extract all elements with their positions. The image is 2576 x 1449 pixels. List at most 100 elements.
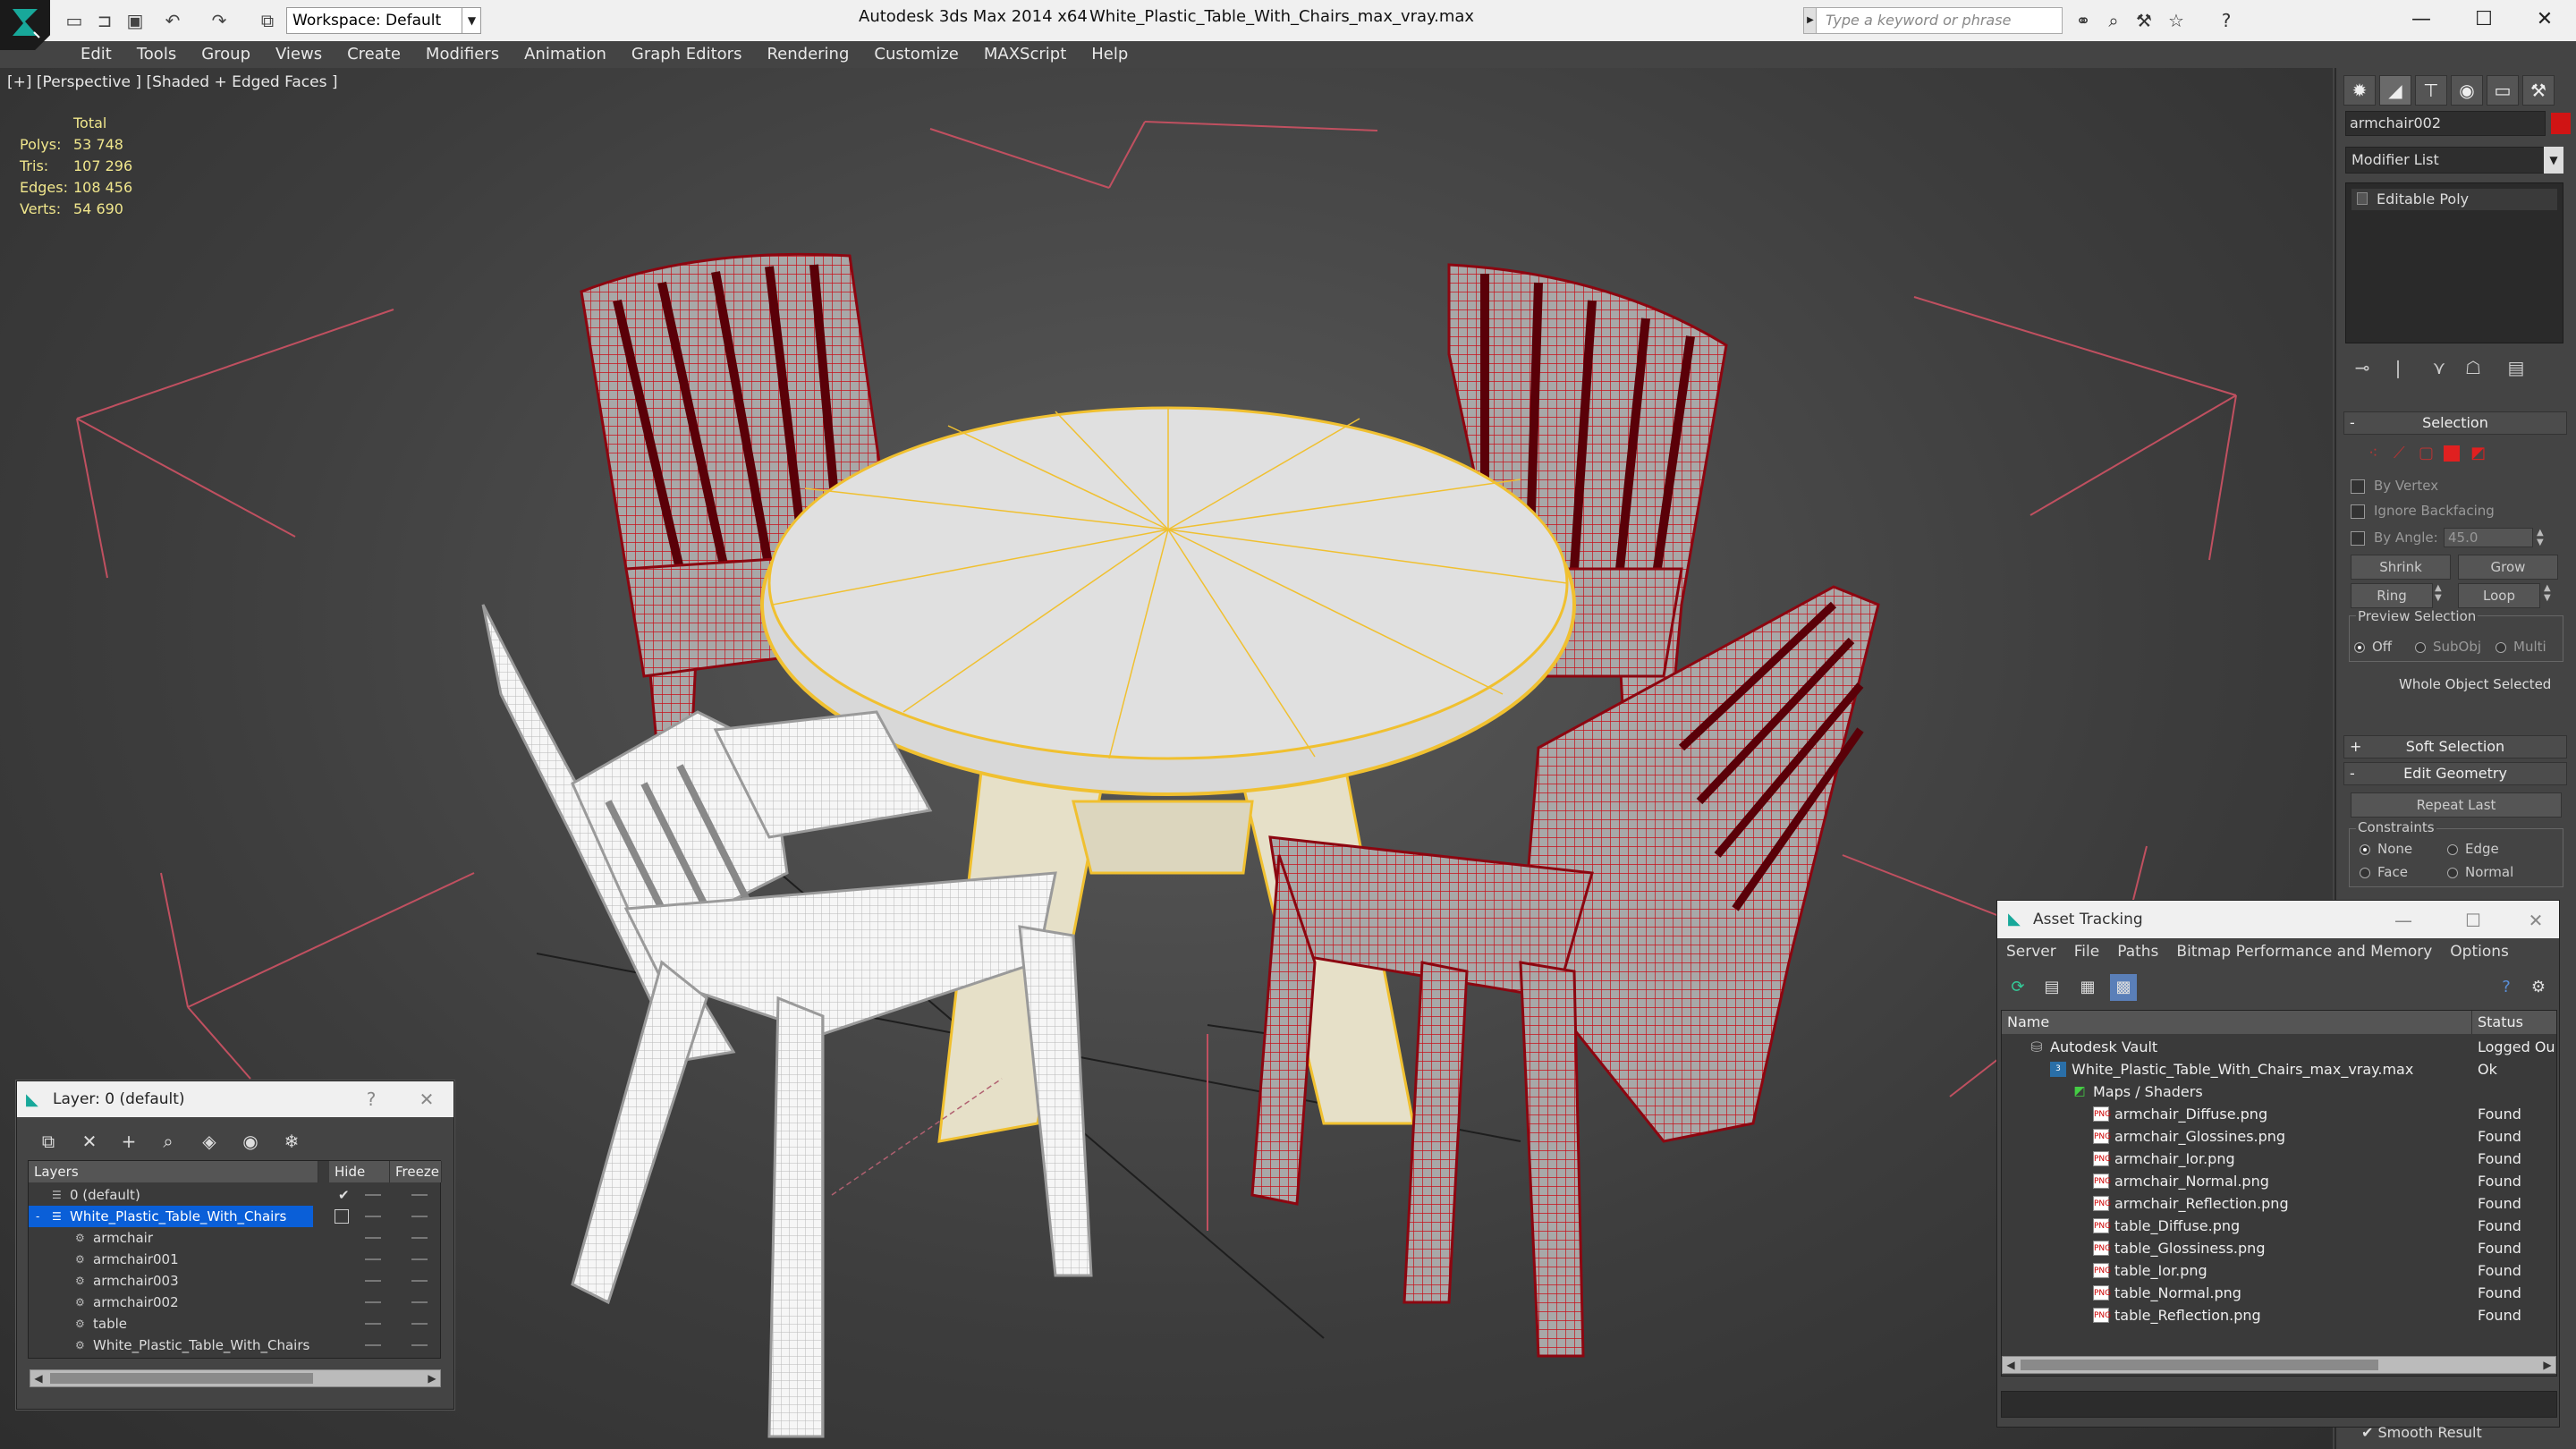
layer-row-selected[interactable]: White_Plastic_Table_With_Chairs - ☰ [29,1206,440,1227]
col-freeze[interactable]: Freeze [390,1161,442,1182]
help-icon[interactable]: ? [2493,974,2520,1001]
configure-modifiers-icon[interactable]: ▤ [2503,354,2529,381]
thumbnail-view-icon[interactable]: ▦ [2074,974,2101,1001]
vertex-mode-icon[interactable]: ⁖ [2368,444,2378,462]
open-file-icon[interactable]: ⊐ [93,9,116,32]
menu-animation[interactable]: Animation [512,41,619,68]
asset-menu-file[interactable]: File [2065,938,2108,965]
menu-maxscript[interactable]: MAXScript [971,41,1079,68]
menu-customize[interactable]: Customize [861,41,970,68]
asset-row[interactable]: PNG armchair_Normal.png Found [2002,1170,2556,1192]
refresh-icon[interactable]: ⟳ [2004,974,2031,1001]
hide-toggle[interactable] [365,1216,381,1217]
add-to-layer-icon[interactable]: + [115,1128,142,1155]
asset-row[interactable]: PNG armchair_Glossines.png Found [2002,1125,2556,1148]
asset-menu-options[interactable]: Options [2441,938,2518,965]
asset-row[interactable]: PNG armchair_Diffuse.png Found [2002,1103,2556,1125]
help-icon[interactable]: ? [2215,9,2238,32]
maximize-icon[interactable]: ☐ [2453,0,2515,39]
tab-display[interactable]: ▭ [2487,75,2519,106]
new-file-icon[interactable]: ▭ [63,9,86,32]
asset-menu-server[interactable]: Server [1997,938,2065,965]
binoculars-icon[interactable]: ⚭ [2072,9,2095,32]
angle-spinner[interactable]: 45.0 [2444,528,2533,547]
preview-off-radio[interactable] [2354,642,2365,653]
preview-subobj-radio[interactable] [2415,642,2426,653]
layer-row[interactable]: ⚙ armchair003 [29,1270,440,1292]
asset-row[interactable]: ◩ Maps / Shaders [2002,1080,2556,1103]
border-mode-icon[interactable]: ▢ [2419,444,2434,462]
layer-row[interactable]: ⚙ armchair002 [29,1292,440,1313]
constraint-normal-radio[interactable] [2447,868,2458,878]
asset-row[interactable]: PNG table_Ior.png Found [2002,1259,2556,1282]
minimize-icon[interactable]: — [2393,910,2414,931]
constraint-none-radio[interactable] [2360,844,2370,855]
scroll-left-icon[interactable]: ◀ [2003,1357,2019,1373]
smooth-result-checkbox[interactable]: ✔ Smooth Result [2361,1424,2482,1441]
constraint-edge-radio[interactable] [2447,844,2458,855]
tab-create[interactable]: ✹ [2343,75,2376,106]
object-name-field[interactable]: armchair002 [2345,111,2546,136]
col-hide[interactable]: Hide [329,1161,390,1182]
favorites-star-icon[interactable]: ☆ [2165,9,2188,32]
freeze-toggle[interactable] [411,1216,428,1217]
menu-group[interactable]: Group [189,41,263,68]
freeze-toggle[interactable] [411,1237,428,1239]
hide-all-icon[interactable]: ◉ [237,1128,264,1155]
list-view-icon[interactable]: ▤ [2038,974,2065,1001]
rollout-edit-geometry[interactable]: - Edit Geometry [2343,762,2567,785]
loop-button[interactable]: Loop [2458,583,2540,608]
asset-row[interactable]: ⛁ Autodesk Vault Logged Ou [2002,1036,2556,1058]
delete-layer-icon[interactable]: ✕ [76,1128,103,1155]
menu-create[interactable]: Create [335,41,413,68]
asset-row[interactable]: PNG armchair_Reflection.png Found [2002,1192,2556,1215]
hide-toggle[interactable] [365,1344,381,1346]
scroll-thumb[interactable] [2021,1360,2378,1370]
spinner-arrows-icon[interactable]: ▲ ▼ [2537,528,2544,547]
element-mode-icon[interactable]: ◩ [2470,444,2486,462]
minimize-icon[interactable]: — [2390,0,2453,39]
make-unique-icon[interactable]: ⋎ [2426,354,2453,381]
col-layers[interactable]: Layers [29,1161,318,1182]
create-layer-icon[interactable]: ⧉ [35,1128,62,1155]
app-logo-icon[interactable] [0,0,50,50]
layer-scrollbar[interactable]: ◀ ▶ [30,1369,441,1387]
show-end-result-icon[interactable]: ❘ [2385,354,2411,381]
polygon-mode-icon[interactable] [2444,445,2460,462]
menu-rendering[interactable]: Rendering [754,41,861,68]
layer-dialog-title[interactable]: Layer: 0 (default) [17,1081,453,1117]
freeze-toggle[interactable] [411,1280,428,1282]
layer-row[interactable]: ☰ 0 (default) ✔ [29,1184,440,1206]
scroll-left-icon[interactable]: ◀ [30,1370,47,1386]
menu-help[interactable]: Help [1079,41,1140,68]
menu-modifiers[interactable]: Modifiers [413,41,512,68]
chevron-down-icon[interactable]: ▼ [2544,147,2563,174]
collapse-icon[interactable]: - [36,1209,48,1224]
col-status[interactable]: Status [2472,1011,2556,1034]
freeze-all-icon[interactable]: ❄ [278,1128,305,1155]
ring-button[interactable]: Ring [2351,583,2433,608]
asset-scrollbar[interactable]: ◀ ▶ [2002,1356,2556,1374]
freeze-toggle[interactable] [411,1344,428,1346]
shrink-button[interactable]: Shrink [2351,555,2451,580]
layer-row[interactable]: ⚙ armchair001 [29,1249,440,1270]
rollout-soft-selection[interactable]: + Soft Selection [2343,735,2567,758]
hide-toggle[interactable] [365,1237,381,1239]
current-layer-check-icon[interactable]: ✔ [338,1184,350,1206]
hide-toggle[interactable] [365,1323,381,1325]
close-icon[interactable]: ✕ [416,1089,437,1110]
freeze-toggle[interactable] [411,1194,428,1196]
undo-icon[interactable]: ↶ [161,9,184,32]
save-icon[interactable]: ▣ [123,9,147,32]
asset-row[interactable]: PNG table_Reflection.png Found [2002,1304,2556,1326]
table-view-icon[interactable]: ▩ [2110,974,2137,1001]
chevron-down-icon[interactable]: ▼ [462,7,481,34]
preview-multi-radio[interactable] [2496,642,2506,653]
constraint-face-radio[interactable] [2360,868,2370,878]
stack-item-editable-poly[interactable]: Editable Poly [2351,189,2557,210]
hide-toggle[interactable] [365,1280,381,1282]
freeze-toggle[interactable] [411,1301,428,1303]
stack-expand-icon[interactable] [2357,192,2368,205]
repeat-last-button[interactable]: Repeat Last [2351,792,2562,818]
scroll-right-icon[interactable]: ▶ [2539,1357,2555,1373]
